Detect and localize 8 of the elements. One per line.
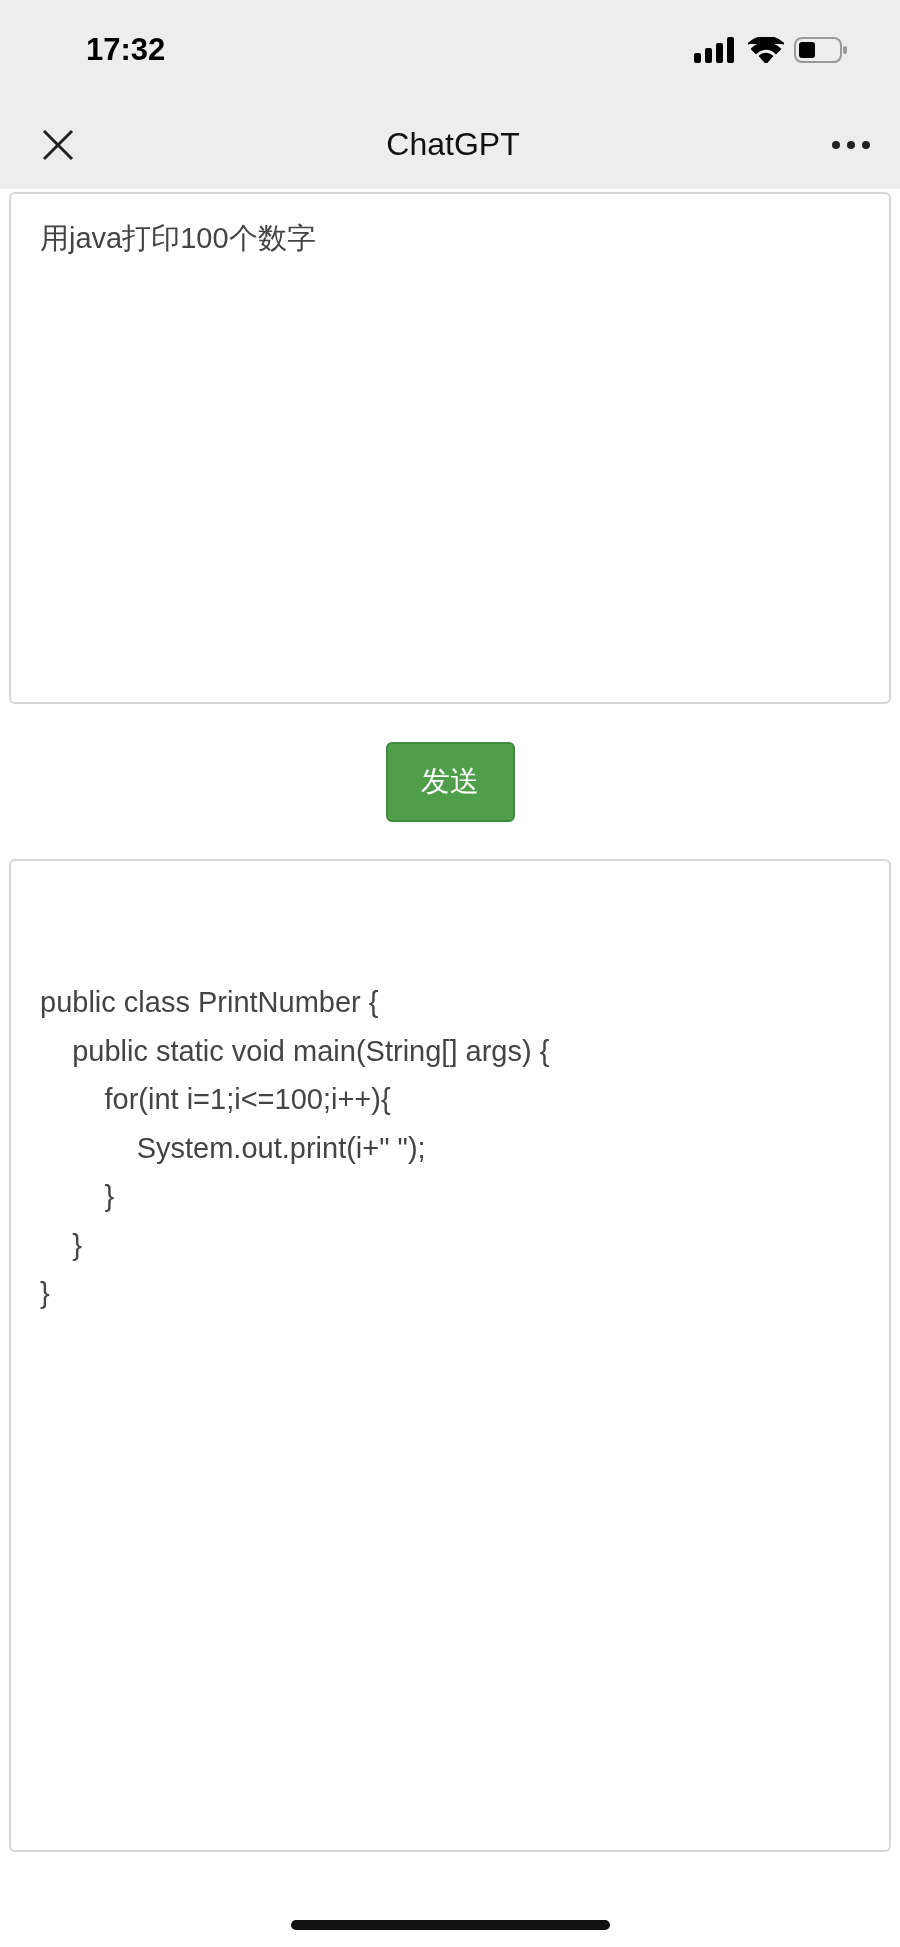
prompt-field[interactable]: 用java打印100个数字 xyxy=(9,192,891,704)
wifi-icon xyxy=(748,37,784,63)
nav-title: ChatGPT xyxy=(386,126,520,163)
status-time: 17:32 xyxy=(86,32,166,68)
output-field[interactable]: public class PrintNumber { public static void main(String[] args) { for(int i=1;i<=100;i++){ System.out.print(i+" "); } } } xyxy=(9,859,891,1852)
more-icon[interactable] xyxy=(832,140,870,149)
close-icon[interactable] xyxy=(42,128,74,161)
battery-icon xyxy=(794,37,848,63)
